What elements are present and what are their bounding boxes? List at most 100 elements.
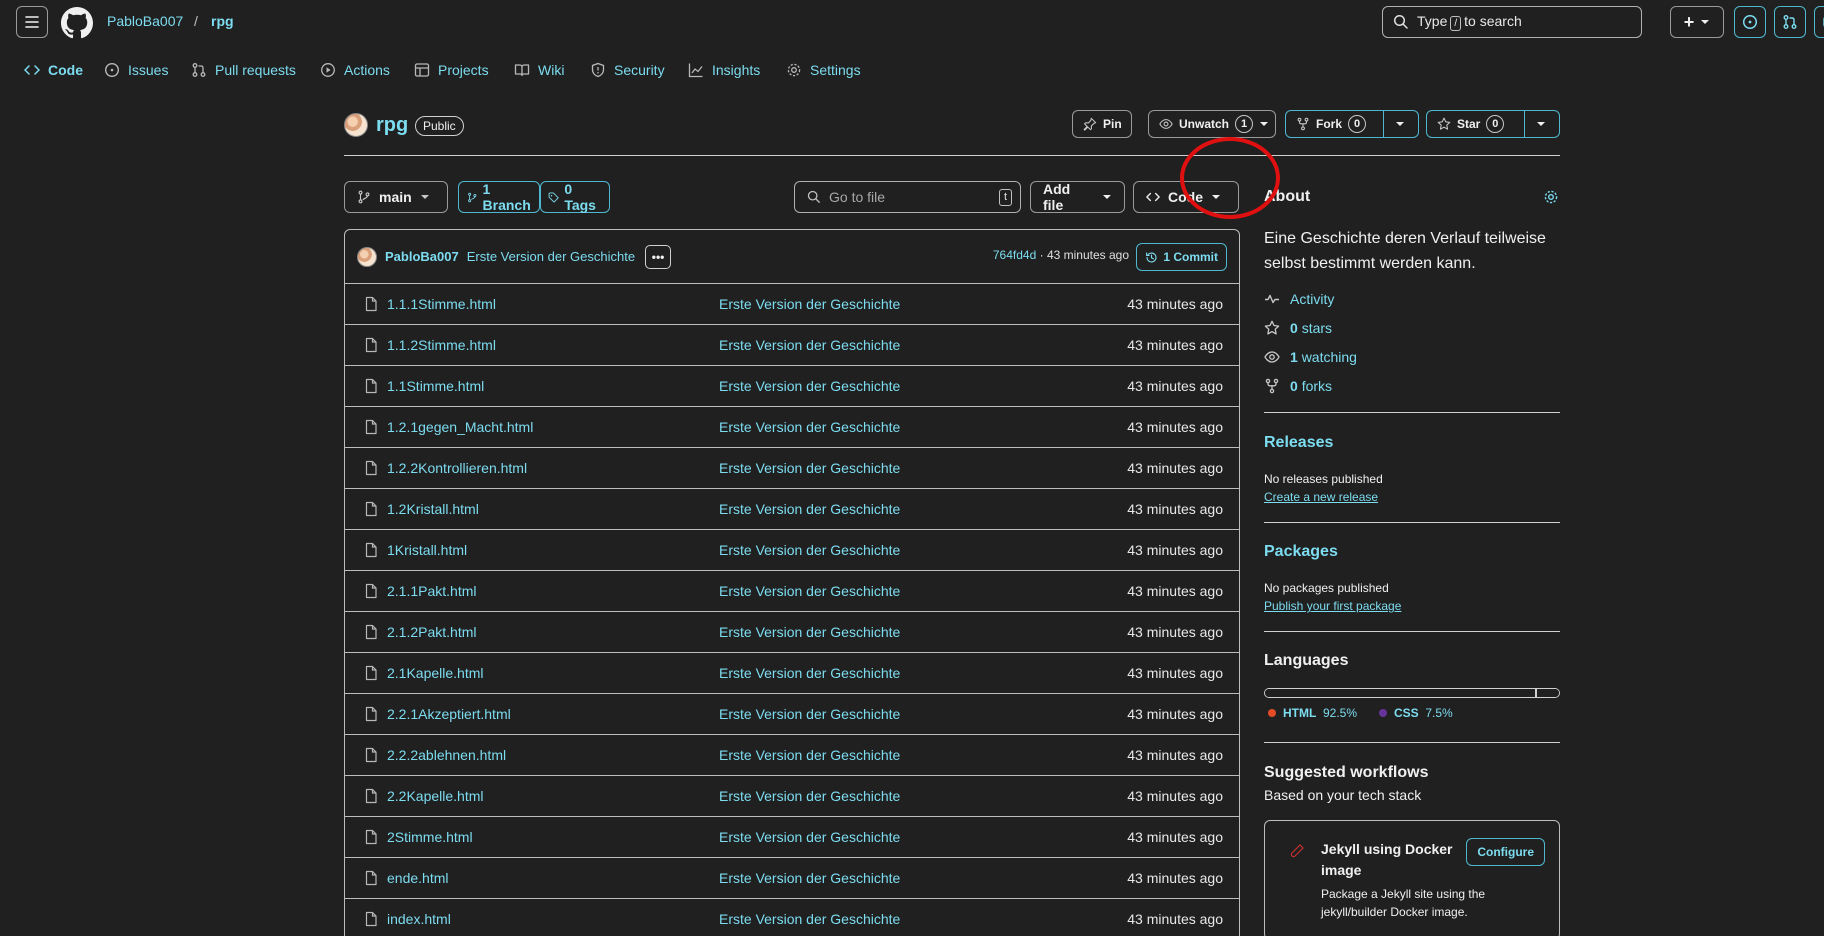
create-release-link[interactable]: Create a new release bbox=[1264, 490, 1378, 504]
file-row[interactable]: 1.1.1Stimme.html Erste Version der Geschi… bbox=[345, 284, 1239, 325]
configure-button[interactable]: Configure bbox=[1466, 838, 1545, 866]
file-row[interactable]: 2.2.1Akzeptiert.html Erste Version der Ge… bbox=[345, 694, 1239, 735]
file-row[interactable]: 2.1Kapelle.html Erste Version der Geschic… bbox=[345, 653, 1239, 694]
tab-pull-requests[interactable]: Pull requests bbox=[191, 50, 296, 90]
tags-link[interactable]: 0 Tags bbox=[540, 181, 610, 213]
activity-link[interactable]: Activity bbox=[1264, 291, 1334, 307]
breadcrumb-owner[interactable]: PabloBa007 bbox=[107, 13, 183, 29]
watch-button[interactable]: Unwatch 1 bbox=[1148, 110, 1276, 138]
file-row[interactable]: ende.html Erste Version der Geschichte 43 … bbox=[345, 858, 1239, 899]
repo-title[interactable]: rpg bbox=[376, 114, 408, 137]
watchers-link[interactable]: 1 watching bbox=[1264, 349, 1357, 365]
file-name[interactable]: 2.2Kapelle.html bbox=[387, 788, 484, 804]
inbox-button[interactable] bbox=[1814, 6, 1824, 38]
tab-projects[interactable]: Projects bbox=[414, 50, 489, 90]
pin-button[interactable]: Pin bbox=[1072, 110, 1132, 138]
packages-heading[interactable]: Packages bbox=[1264, 543, 1560, 561]
star-dropdown[interactable] bbox=[1525, 111, 1557, 137]
issues-button[interactable] bbox=[1734, 6, 1766, 38]
file-commit-message[interactable]: Erste Version der Geschichte bbox=[719, 583, 900, 599]
commit-author[interactable]: PabloBa007 bbox=[385, 249, 459, 264]
file-name[interactable]: 2.1.1Pakt.html bbox=[387, 583, 477, 599]
file-commit-message[interactable]: Erste Version der Geschichte bbox=[719, 747, 900, 763]
file-row[interactable]: 2.1.1Pakt.html Erste Version der Geschich… bbox=[345, 571, 1239, 612]
file-name[interactable]: 1.1.2Stimme.html bbox=[387, 337, 496, 353]
language-html[interactable]: HTML 92.5% bbox=[1268, 706, 1357, 720]
github-logo-icon[interactable] bbox=[61, 7, 93, 39]
play-icon bbox=[321, 63, 335, 77]
language-css[interactable]: CSS 7.5% bbox=[1379, 706, 1453, 720]
go-to-file-input[interactable]: Go to file t bbox=[794, 181, 1021, 213]
file-name[interactable]: 1.1.1Stimme.html bbox=[387, 296, 496, 312]
tab-insights[interactable]: Insights bbox=[688, 50, 760, 90]
file-row[interactable]: 1.1.2Stimme.html Erste Version der Geschi… bbox=[345, 325, 1239, 366]
file-row[interactable]: 1.2.2Kontrollieren.html Erste Version der… bbox=[345, 448, 1239, 489]
tab-code[interactable]: Code bbox=[24, 50, 83, 90]
file-name[interactable]: 1.2Kristall.html bbox=[387, 501, 479, 517]
fork-dropdown[interactable] bbox=[1384, 111, 1416, 137]
file-commit-message[interactable]: Erste Version der Geschichte bbox=[719, 419, 900, 435]
branches-link[interactable]: 1 Branch bbox=[458, 181, 540, 213]
file-commit-message[interactable]: Erste Version der Geschichte bbox=[719, 337, 900, 353]
breadcrumb-repo[interactable]: rpg bbox=[211, 13, 234, 29]
breadcrumb-separator: / bbox=[194, 13, 198, 29]
file-name[interactable]: 2.1Kapelle.html bbox=[387, 665, 484, 681]
hamburger-menu-button[interactable] bbox=[16, 6, 48, 38]
file-commit-message[interactable]: Erste Version der Geschichte bbox=[719, 378, 900, 394]
commits-history-button[interactable]: 1 Commit bbox=[1136, 243, 1227, 271]
file-commit-message[interactable]: Erste Version der Geschichte bbox=[719, 706, 900, 722]
file-name[interactable]: 1.2.2Kontrollieren.html bbox=[387, 460, 527, 476]
tab-security[interactable]: Security bbox=[590, 50, 665, 90]
releases-heading[interactable]: Releases bbox=[1264, 434, 1560, 452]
file-row[interactable]: 2.2Kapelle.html Erste Version der Geschic… bbox=[345, 776, 1239, 817]
global-search-input[interactable]: Type / to search bbox=[1382, 6, 1642, 38]
file-commit-message[interactable]: Erste Version der Geschichte bbox=[719, 870, 900, 886]
file-commit-message[interactable]: Erste Version der Geschichte bbox=[719, 788, 900, 804]
file-name[interactable]: 2Stimme.html bbox=[387, 829, 473, 845]
file-row[interactable]: index.html Erste Version der Geschichte 43… bbox=[345, 899, 1239, 936]
file-row[interactable]: 1.2Kristall.html Erste Version der Geschi… bbox=[345, 489, 1239, 530]
pull-requests-button[interactable] bbox=[1774, 6, 1806, 38]
tab-actions[interactable]: Actions bbox=[320, 50, 390, 90]
publish-package-link[interactable]: Publish your first package bbox=[1264, 599, 1401, 613]
file-name[interactable]: 2.2.1Akzeptiert.html bbox=[387, 706, 511, 722]
file-commit-message[interactable]: Erste Version der Geschichte bbox=[719, 829, 900, 845]
file-row[interactable]: 2Stimme.html Erste Version der Geschichte… bbox=[345, 817, 1239, 858]
branch-selector[interactable]: main bbox=[344, 181, 448, 213]
add-file-button[interactable]: Add file bbox=[1030, 181, 1125, 213]
file-commit-message[interactable]: Erste Version der Geschichte bbox=[719, 460, 900, 476]
file-name[interactable]: 2.1.2Pakt.html bbox=[387, 624, 477, 640]
caret-down-icon[interactable] bbox=[1259, 119, 1269, 129]
forks-link[interactable]: 0 forks bbox=[1264, 378, 1332, 394]
file-name[interactable]: 1.1Stimme.html bbox=[387, 378, 484, 394]
file-commit-message[interactable]: Erste Version der Geschichte bbox=[719, 501, 900, 517]
fork-button[interactable]: Fork 0 bbox=[1285, 110, 1419, 138]
file-row[interactable]: 2.1.2Pakt.html Erste Version der Geschich… bbox=[345, 612, 1239, 653]
file-commit-message[interactable]: Erste Version der Geschichte bbox=[719, 911, 900, 927]
file-row[interactable]: 2.2.2ablehnen.html Erste Version der Gesc… bbox=[345, 735, 1239, 776]
workflows-heading: Suggested workflows bbox=[1264, 764, 1429, 781]
file-commit-message[interactable]: Erste Version der Geschichte bbox=[719, 624, 900, 640]
file-name[interactable]: 2.2.2ablehnen.html bbox=[387, 747, 506, 763]
file-name[interactable]: index.html bbox=[387, 911, 451, 927]
file-row[interactable]: 1.2.1gegen_Macht.html Erste Version der G… bbox=[345, 407, 1239, 448]
tab-wiki[interactable]: Wiki bbox=[514, 50, 564, 90]
avatar[interactable] bbox=[357, 246, 377, 267]
tab-settings[interactable]: Settings bbox=[786, 50, 861, 90]
gear-icon[interactable] bbox=[1543, 189, 1559, 205]
commit-details-button[interactable]: ••• bbox=[645, 244, 672, 269]
file-commit-message[interactable]: Erste Version der Geschichte bbox=[719, 665, 900, 681]
file-name[interactable]: ende.html bbox=[387, 870, 448, 886]
file-commit-message[interactable]: Erste Version der Geschichte bbox=[719, 542, 900, 558]
star-button[interactable]: Star 0 bbox=[1426, 110, 1560, 138]
file-row[interactable]: 1Kristall.html Erste Version der Geschich… bbox=[345, 530, 1239, 571]
file-row[interactable]: 1.1Stimme.html Erste Version der Geschich… bbox=[345, 366, 1239, 407]
create-new-button[interactable]: + bbox=[1670, 6, 1724, 38]
commit-sha[interactable]: 764fd4d bbox=[993, 248, 1036, 262]
file-commit-message[interactable]: Erste Version der Geschichte bbox=[719, 296, 900, 312]
stars-link[interactable]: 0 stars bbox=[1264, 320, 1332, 336]
tab-issues[interactable]: Issues bbox=[104, 50, 168, 90]
commit-message[interactable]: Erste Version der Geschichte bbox=[467, 249, 635, 264]
file-name[interactable]: 1Kristall.html bbox=[387, 542, 467, 558]
file-name[interactable]: 1.2.1gegen_Macht.html bbox=[387, 419, 533, 435]
